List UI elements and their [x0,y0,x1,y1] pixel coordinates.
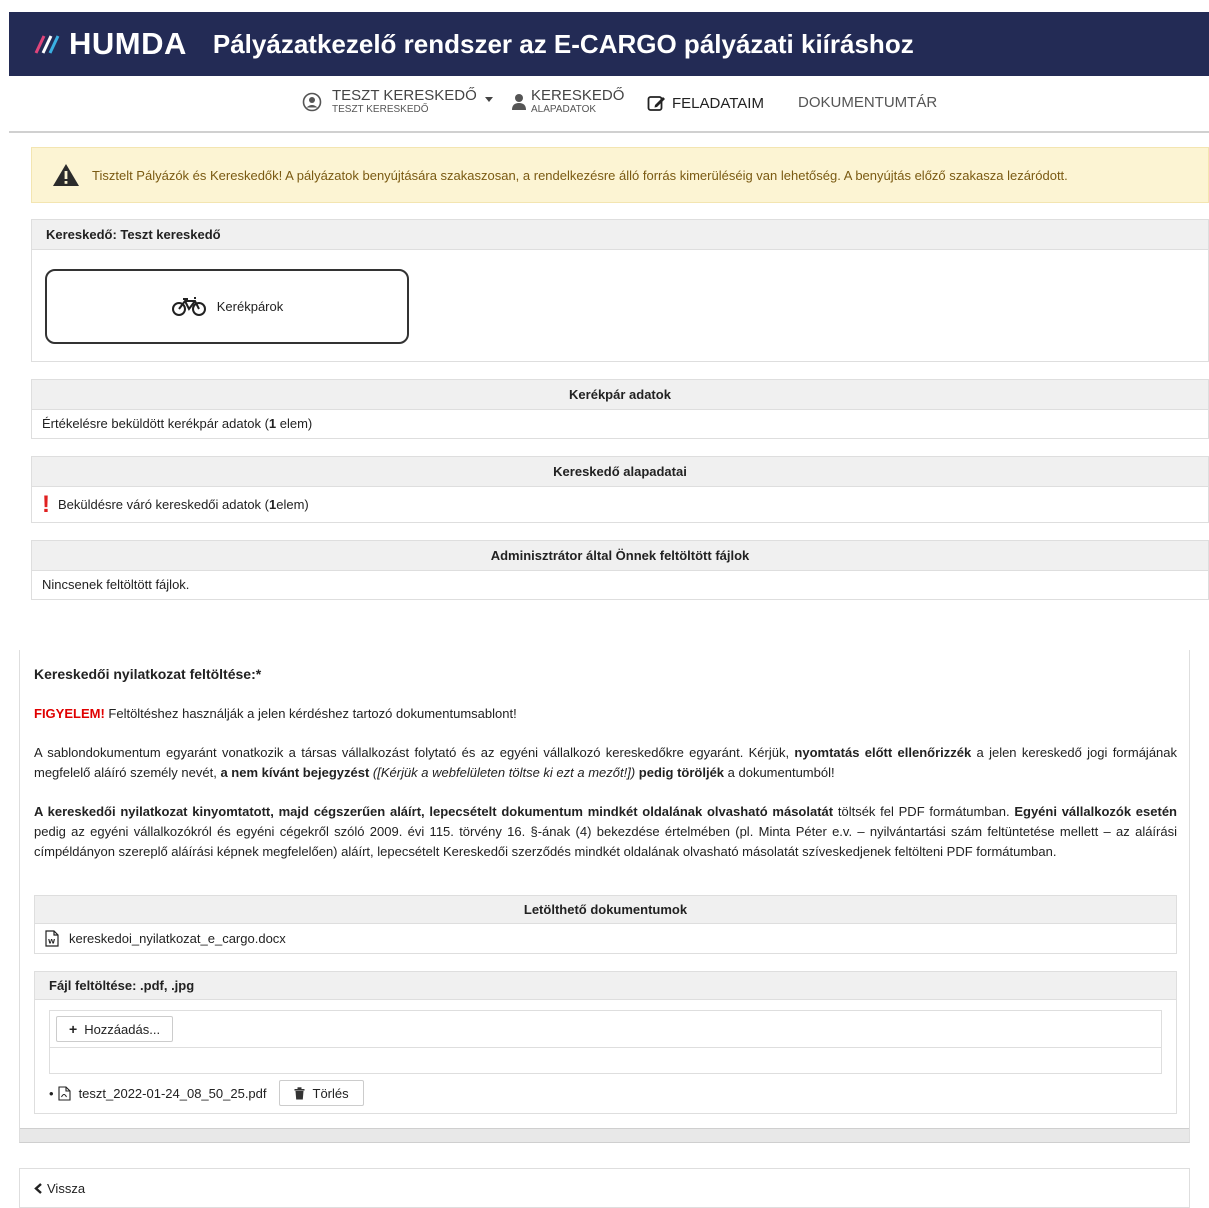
back-link[interactable]: Vissza [19,1168,1190,1208]
bicycles-category-button[interactable]: Kerékpárok [45,269,409,344]
bike-data-suffix: elem) [276,416,313,431]
p3-c: Egyéni vállalkozók esetén [1014,804,1177,819]
add-file-button[interactable]: + Hozzáadás... [56,1016,174,1042]
merchant-panel: Kereskedő: Teszt kereskedő Kerékpárok [31,219,1209,362]
plus-icon: + [69,1021,78,1037]
nav-tasks-label: FELADATAIM [672,94,764,112]
download-file-link[interactable]: W kereskedoi_nyilatkozat_e_cargo.docx [35,924,1176,952]
declaration-paragraph-3: A kereskedői nyilatkozat kinyomtatott, m… [34,802,1177,862]
user-name: TESZT KERESKEDŐ [332,87,477,104]
bike-data-text: Értékelésre beküldött kerékpár adatok ( [42,416,269,431]
merchant-sub: ALAPADATOK [531,104,597,115]
merchant-main: KERESKEDŐ [531,87,625,104]
bike-data-title: Kerékpár adatok [32,380,1208,410]
upload-panel: Fájl feltöltése: .pdf, .jpg + Hozzáadás.… [34,971,1177,1114]
nav-docs[interactable]: DOKUMENTUMTÁR [798,94,937,111]
nav-tasks[interactable]: FELADATAIM [647,94,764,112]
bicycles-category-label: Kerékpárok [216,299,284,314]
upload-title: Fájl feltöltése: .pdf, .jpg [35,972,1176,1000]
app-title: Pályázatkezelő rendszer az E-CARGO pályá… [212,28,914,59]
admin-files-panel: Adminisztrátor által Önnek feltöltött fá… [31,540,1209,600]
add-file-label: Hozzáadás... [84,1021,161,1037]
p2-g: a dokumentumból! [724,765,835,780]
merchant-basic-count: 1 [269,497,277,512]
uploaded-file-item: • teszt_2022-01-24_08_50_25.pdf Törlés [35,1074,1176,1112]
bike-data-panel: Kerékpár adatok Értékelésre beküldött ke… [31,379,1209,439]
merchant-basic-panel: Kereskedő alapadatai ! Beküldésre váró k… [31,456,1209,523]
bullet: • [49,1085,54,1101]
upload-queue [50,1047,1161,1073]
declaration-paragraph-2: A sablondokumentum egyaránt vonatkozik a… [34,743,1177,783]
admin-files-title: Adminisztrátor által Önnek feltöltött fá… [32,541,1208,571]
declaration-title: Kereskedői nyilatkozat feltöltése:* [34,666,262,682]
pdf-file-icon [58,1085,71,1101]
uploaded-file-name[interactable]: teszt_2022-01-24_08_50_25.pdf [79,1086,267,1101]
downloads-title: Letölthető dokumentumok [35,896,1176,924]
upload-dropzone[interactable]: + Hozzáadás... [49,1010,1162,1074]
user-circle-icon [302,92,322,111]
logo-mark-icon [34,35,60,54]
top-nav: TESZT KERESKEDŐ TESZT KERESKEDŐ KERESKED… [9,78,1209,133]
downloads-panel: Letölthető dokumentumok W kereskedoi_nyi… [34,895,1177,954]
svg-text:W: W [48,937,55,945]
edit-icon [647,96,665,111]
header-banner: HUMDA Pályázatkezelő rendszer az E-CARGO… [9,12,1209,76]
word-file-icon: W [45,929,59,947]
p2-e: ([Kérjük a webfelületen töltse ki ezt a … [369,765,636,780]
logo-text: HUMDA [69,26,187,61]
trash-icon [294,1086,304,1099]
back-label: Vissza [47,1180,86,1196]
delete-file-button[interactable]: Törlés [278,1080,364,1106]
merchant-basic-suffix: elem) [276,497,309,512]
declaration-section: Kereskedői nyilatkozat feltöltése:* FIGY… [19,650,1190,1143]
warning-text: Feltöltéshez használják a jelen kérdéshe… [104,706,517,721]
exclamation-icon: ! [42,490,50,518]
warning-label: FIGYELEM! [34,706,105,721]
p2-a: A sablondokumentum egyaránt vonatkozik a… [34,745,795,760]
chevron-left-icon [34,1182,42,1194]
user-menu[interactable]: TESZT KERESKEDŐ TESZT KERESKEDŐ [302,88,493,115]
declaration-footer [20,1128,1189,1142]
user-icon [512,93,526,110]
p2-b: nyomtatás előtt ellenőrizzék [794,745,972,760]
p2-f: pedig töröljék [635,765,725,780]
warning-icon [53,164,79,186]
nav-docs-label: DOKUMENTUMTÁR [798,94,938,111]
humda-logo[interactable]: HUMDA [33,26,187,62]
declaration-warning: FIGYELEM! Feltöltéshez használják a jele… [34,704,1177,724]
download-file-name: kereskedoi_nyilatkozat_e_cargo.docx [69,930,286,946]
p3-d: pedig az egyéni vállalkozókról és egyéni… [34,824,1177,859]
user-sub: TESZT KERESKEDŐ [332,104,429,115]
merchant-panel-title: Kereskedő: Teszt kereskedő [32,220,1208,250]
delete-file-label: Törlés [312,1085,349,1101]
merchant-basic-text: Beküldésre váró kereskedői adatok ( [58,497,270,512]
p3-b: töltsék fel PDF formátumban. [833,804,1015,819]
info-alert: Tisztelt Pályázók és Kereskedők! A pályá… [31,147,1209,203]
bike-data-row[interactable]: Értékelésre beküldött kerékpár adatok (1… [32,410,1208,438]
p2-d: a nem kívánt bejegyzést [220,765,370,780]
p3-a: A kereskedői nyilatkozat kinyomtatott, m… [34,804,834,819]
chevron-down-icon [484,97,493,102]
merchant-basic-row[interactable]: ! Beküldésre váró kereskedői adatok (1 e… [32,487,1208,522]
admin-files-empty: Nincsenek feltöltött fájlok. [42,577,190,592]
bicycle-icon [171,296,206,316]
merchant-basic-title: Kereskedő alapadatai [32,457,1208,487]
alert-text: Tisztelt Pályázók és Kereskedők! A pályá… [92,167,1068,183]
nav-merchant-basic[interactable]: KERESKEDŐ ALAPADATOK [511,88,624,115]
